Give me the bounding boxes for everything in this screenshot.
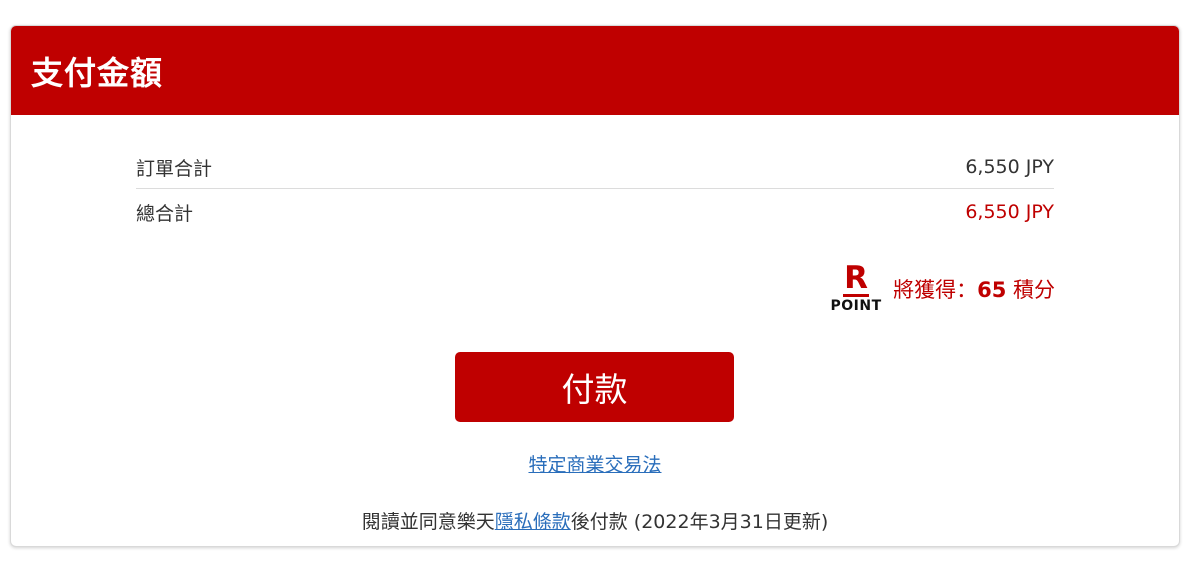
privacy-policy-link[interactable]: 隱私條款: [495, 511, 571, 533]
grand-total-label: 總合計: [136, 202, 194, 225]
terms-notice: 閱讀並同意樂天隱私條款後付款 (2022年3月31日更新): [11, 507, 1179, 534]
pay-button[interactable]: 付款: [455, 352, 734, 422]
points-text: 將獲得：65 積分: [893, 274, 1055, 304]
points-unit: 積分: [1006, 278, 1055, 302]
grand-total-value: 6,550 JPY: [965, 201, 1054, 223]
payment-card: 支付金額 訂單合計 6,550 JPY 總合計 6,550 JPY R POIN…: [10, 25, 1180, 547]
rakuten-point-logo-icon: R POINT: [830, 260, 882, 315]
card-header: 支付金額: [11, 26, 1179, 115]
order-total-label: 訂單合計: [136, 157, 213, 180]
grand-total-row: 總合計 6,550 JPY: [136, 189, 1054, 235]
r-logo-letter: R: [844, 260, 869, 296]
points-label: 將獲得：: [893, 278, 978, 302]
page-title: 支付金額: [31, 53, 164, 92]
order-total-row: 訂單合計 6,550 JPY: [136, 146, 1054, 189]
order-total-value: 6,550 JPY: [965, 156, 1054, 178]
r-logo-text: POINT: [830, 298, 882, 314]
commerce-law-container: 特定商業交易法: [11, 450, 1179, 477]
points-value: 65: [977, 278, 1007, 302]
commerce-law-link[interactable]: 特定商業交易法: [528, 454, 661, 476]
points-earned: R POINT 將獲得：65 積分: [831, 263, 1055, 315]
summary-table: 訂單合計 6,550 JPY 總合計 6,550 JPY: [136, 146, 1054, 235]
terms-prefix: 閱讀並同意樂天: [361, 511, 495, 533]
terms-suffix: 後付款 (2022年3月31日更新): [570, 511, 829, 533]
